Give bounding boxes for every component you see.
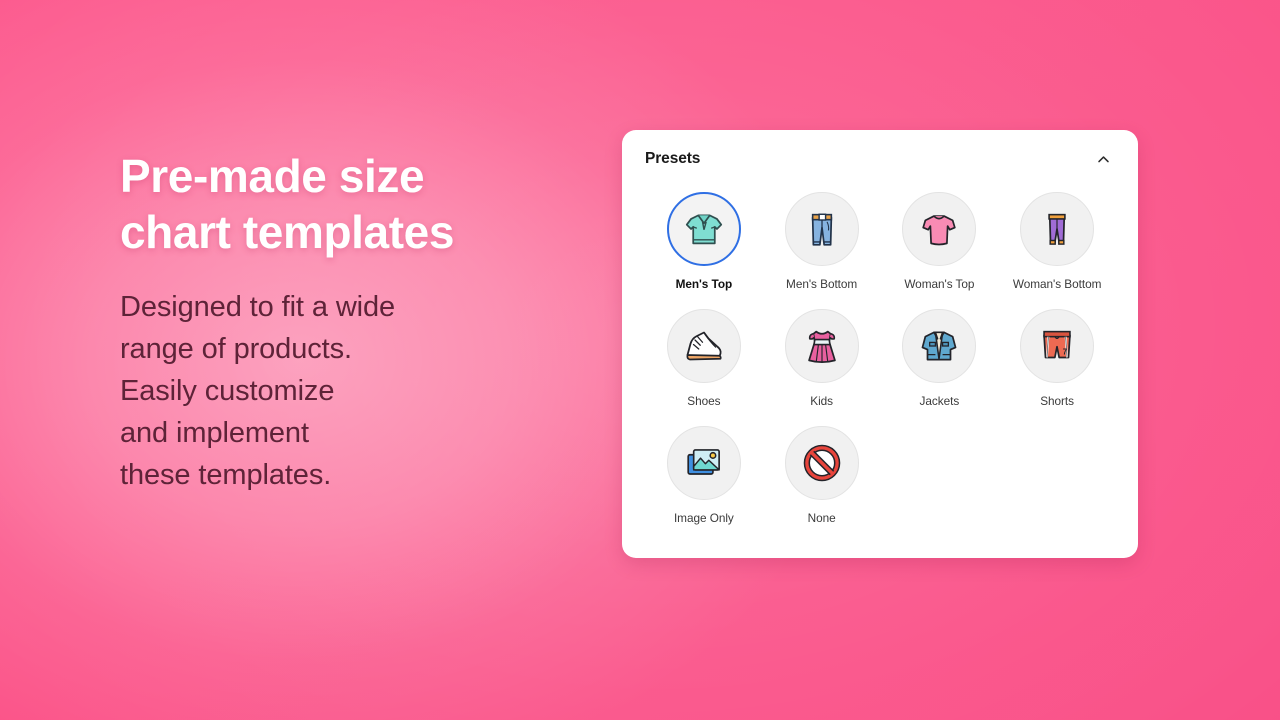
presets-card-header: Presets: [622, 130, 1138, 188]
no-entry-icon: [800, 441, 844, 485]
preset-icon-circle: [666, 309, 741, 383]
hero-headline: Pre-made size chart templates: [120, 150, 455, 259]
presets-grid: Men's Top Men's Bottom Woman's Top Woman…: [622, 188, 1138, 525]
jeans-icon: [799, 206, 845, 252]
preset-label: Shorts: [1040, 394, 1075, 408]
preset-item-mens-bottom[interactable]: Men's Bottom: [763, 192, 881, 291]
leggings-icon: [1034, 206, 1080, 252]
preset-item-mens-top[interactable]: Men's Top: [645, 192, 763, 291]
sneaker-icon: [680, 322, 728, 370]
preset-item-jackets[interactable]: Jackets: [881, 309, 999, 408]
presets-card: Presets Men's Top Men's Bottom Woman's T…: [622, 130, 1138, 558]
preset-label: Shoes: [687, 394, 721, 408]
womens-tee-icon: [916, 206, 962, 252]
preset-item-shoes[interactable]: Shoes: [645, 309, 763, 408]
polo-shirt-icon: [681, 206, 727, 252]
preset-icon-circle: [784, 426, 859, 500]
preset-label: Woman's Bottom: [1012, 277, 1102, 291]
dress-icon: [799, 323, 845, 369]
preset-icon-circle: [1020, 192, 1095, 266]
preset-label: Woman's Top: [904, 277, 975, 291]
presets-title: Presets: [645, 150, 701, 167]
preset-icon-circle: [902, 309, 977, 383]
collapse-presets-button[interactable]: [1090, 146, 1116, 172]
preset-icon-circle: [666, 192, 741, 266]
preset-label: Jackets: [919, 394, 960, 408]
hero-subcopy: Designed to fit a wide range of products…: [120, 291, 396, 492]
preset-label: Image Only: [673, 511, 734, 525]
preset-item-womans-bottom[interactable]: Woman's Bottom: [998, 192, 1116, 291]
preset-item-shorts[interactable]: 7 Shorts: [998, 309, 1116, 408]
preset-item-womans-top[interactable]: Woman's Top: [881, 192, 999, 291]
preset-item-none[interactable]: None: [763, 426, 881, 525]
svg-text:7: 7: [1063, 348, 1068, 357]
preset-icon-circle: [784, 309, 859, 383]
preset-item-image-only[interactable]: Image Only: [645, 426, 763, 525]
image-icon: [682, 441, 726, 485]
preset-label: None: [807, 511, 836, 525]
preset-item-kids[interactable]: Kids: [763, 309, 881, 408]
chevron-up-icon: [1096, 152, 1111, 167]
preset-label: Men's Bottom: [786, 277, 858, 291]
preset-icon-circle: 7: [1020, 309, 1095, 383]
preset-icon-circle: [666, 426, 741, 500]
preset-icon-circle: [784, 192, 859, 266]
shorts-icon: 7: [1034, 323, 1080, 369]
preset-label: Kids: [810, 394, 833, 408]
preset-label: Men's Top: [675, 277, 733, 291]
denim-jacket-icon: [916, 323, 962, 369]
hero-text-panel: Pre-made size chart templates Designed t…: [120, 148, 590, 496]
preset-icon-circle: [902, 192, 977, 266]
